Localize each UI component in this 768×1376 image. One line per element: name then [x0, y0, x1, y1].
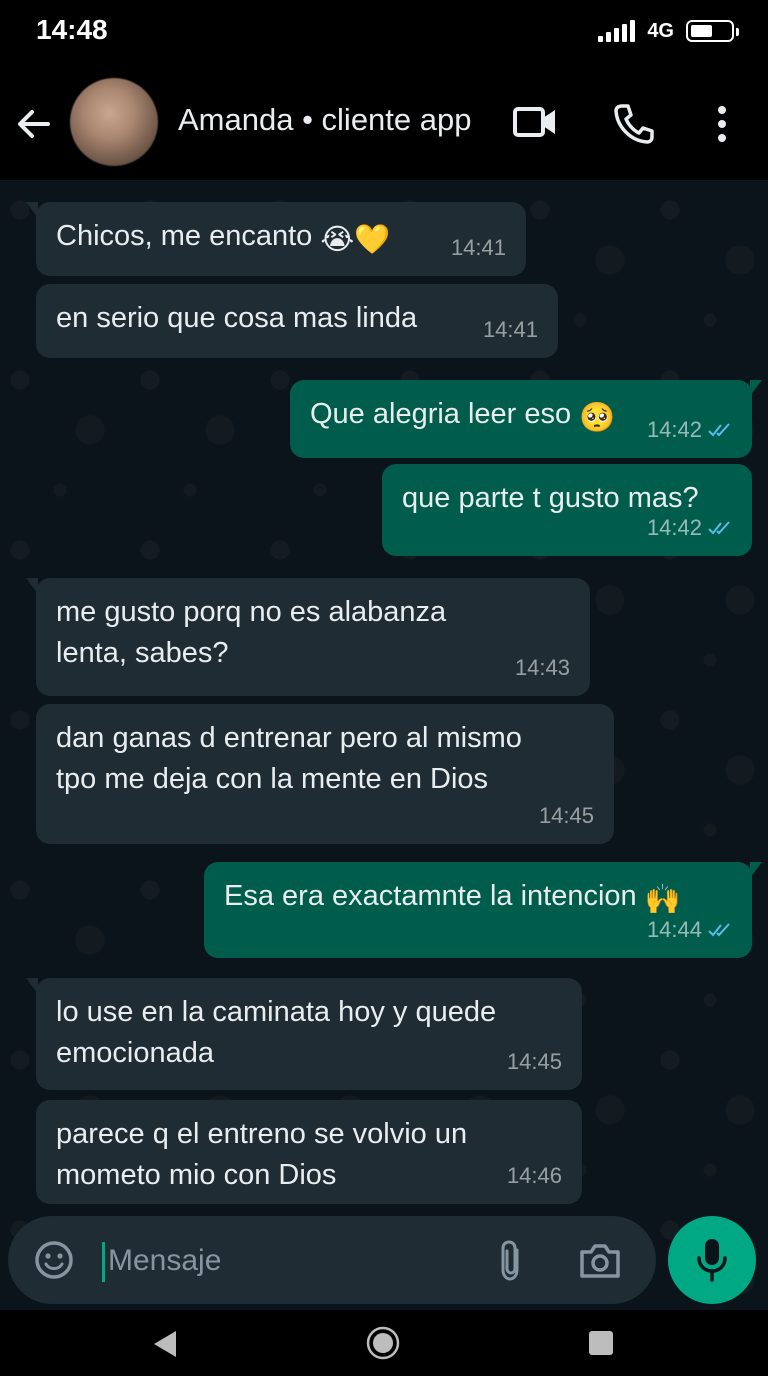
- message-text: parece q el entreno se volvio un mometo …: [56, 1118, 468, 1191]
- message-meta: 14:41: [451, 227, 506, 268]
- microphone-icon: [697, 1239, 727, 1282]
- voice-message-button[interactable]: [668, 1216, 756, 1304]
- chat-area[interactable]: Chicos, me encanto 😭💛 14:41 en serio que…: [0, 180, 768, 1310]
- message-time: 14:42: [646, 515, 702, 540]
- message-meta: 14:42: [647, 507, 732, 548]
- system-nav-bar: [0, 1310, 768, 1376]
- video-call-icon[interactable]: [512, 104, 558, 140]
- composer: [0, 1210, 768, 1310]
- message-bubble[interactable]: Que alegria leer eso 🥺 14:42: [290, 380, 762, 458]
- message-input[interactable]: [106, 1236, 490, 1286]
- nav-home-icon[interactable]: [366, 1326, 400, 1360]
- message-meta: 14:46: [507, 1155, 562, 1196]
- message-bubble[interactable]: me gusto porq no es alabanza lenta, sabe…: [26, 578, 590, 696]
- message-time: 14:45: [506, 1049, 562, 1074]
- message-meta: 14:45: [539, 795, 594, 836]
- message-meta: 14:45: [507, 1041, 562, 1082]
- message-time: 14:43: [514, 655, 570, 680]
- signal-icon: [598, 20, 636, 42]
- message-text: dan ganas d entrenar pero al mismo tpo m…: [56, 722, 522, 795]
- message-time: 14:42: [646, 417, 702, 442]
- message-meta: 14:42: [647, 409, 732, 450]
- message-text: en serio que cosa mas linda: [56, 302, 418, 334]
- nav-recents-icon[interactable]: [588, 1330, 614, 1356]
- read-ticks-icon: [708, 520, 730, 534]
- message-composer[interactable]: [8, 1216, 656, 1304]
- message-meta: 14:43: [515, 647, 570, 688]
- message-meta: 14:41: [483, 309, 538, 350]
- back-arrow-icon[interactable]: [14, 104, 54, 144]
- message-text: lo use en la caminata hoy y quede emocio…: [56, 996, 497, 1069]
- more-vert-icon[interactable]: [712, 102, 732, 146]
- message-time: 14:45: [538, 803, 594, 828]
- chat-header: Amanda • cliente app: [0, 62, 768, 180]
- pleading-face-emoji: 🥺: [579, 402, 616, 434]
- battery-icon: [686, 20, 739, 42]
- message-bubble[interactable]: lo use en la caminata hoy y quede emocio…: [26, 978, 582, 1090]
- message-bubble[interactable]: en serio que cosa mas linda 14:41: [36, 284, 558, 358]
- message-bubble[interactable]: que parte t gusto mas? 14:42: [382, 464, 752, 556]
- message-time: 14:46: [506, 1163, 562, 1188]
- phone-icon[interactable]: [612, 102, 656, 146]
- nav-back-icon[interactable]: [150, 1328, 180, 1360]
- crying-heart-emoji: 😭💛: [320, 224, 391, 256]
- status-indicators: 4G: [598, 16, 739, 46]
- avatar[interactable]: [70, 78, 158, 166]
- message-meta: 14:44: [647, 909, 732, 950]
- read-ticks-icon: [708, 922, 730, 936]
- network-type: 4G: [647, 19, 674, 42]
- message-time: 14:41: [450, 235, 506, 260]
- contact-name[interactable]: Amanda • cliente app: [178, 102, 472, 138]
- text-cursor: [102, 1242, 105, 1282]
- emoji-icon[interactable]: [34, 1240, 74, 1280]
- attach-icon[interactable]: [496, 1238, 526, 1284]
- status-time: 14:48: [36, 14, 108, 45]
- message-time: 14:41: [482, 317, 538, 342]
- message-text: Chicos, me encanto 😭💛: [56, 216, 506, 261]
- battery-level: [691, 25, 712, 37]
- message-bubble[interactable]: Esa era exactamnte la intencion 🙌 14:44: [204, 862, 762, 958]
- message-bubble[interactable]: Chicos, me encanto 😭💛 14:41: [26, 202, 526, 276]
- message-text: me gusto porq no es alabanza lenta, sabe…: [56, 596, 447, 669]
- message-bubble[interactable]: parece q el entreno se volvio un mometo …: [36, 1100, 582, 1204]
- message-time: 14:44: [646, 917, 702, 942]
- status-bar: 14:48 4G: [0, 0, 768, 62]
- camera-icon[interactable]: [578, 1240, 622, 1280]
- message-bubble[interactable]: dan ganas d entrenar pero al mismo tpo m…: [36, 704, 614, 844]
- read-ticks-icon: [708, 422, 730, 436]
